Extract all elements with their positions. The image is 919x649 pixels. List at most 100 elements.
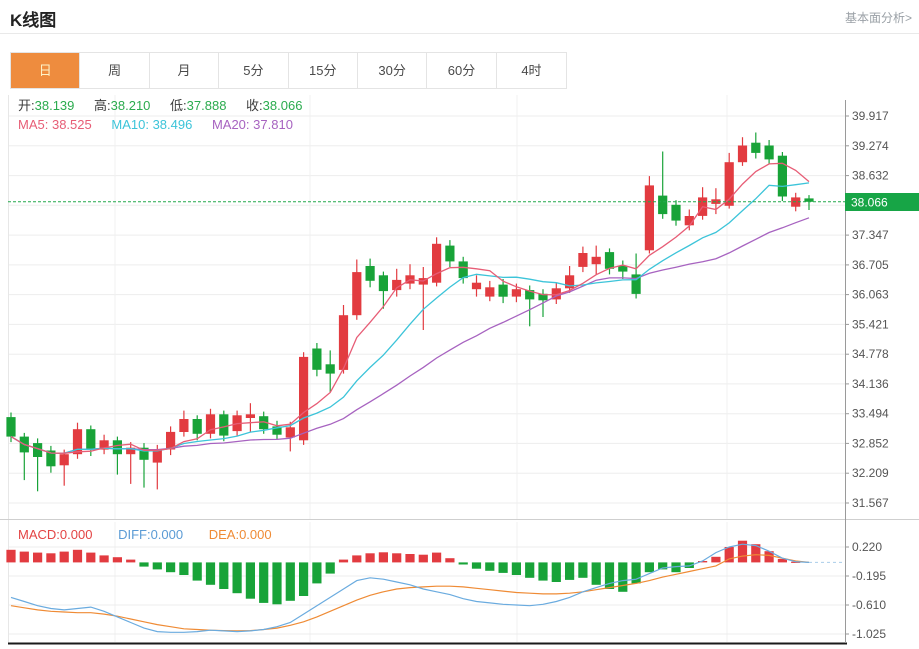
macd-row: MACD:0.000 DIFF:0.000 DEA:0.000 bbox=[18, 527, 294, 542]
candle-body bbox=[499, 285, 508, 297]
tab-60min[interactable]: 60分 bbox=[427, 53, 496, 88]
candle-body bbox=[592, 257, 601, 264]
y-axis-label: 39.917 bbox=[852, 109, 889, 123]
y-axis-label: 39.274 bbox=[852, 139, 889, 153]
candle-body bbox=[445, 246, 454, 262]
y-axis-label: 36.705 bbox=[852, 258, 889, 272]
candle-body bbox=[86, 429, 95, 449]
candle-body bbox=[179, 419, 188, 432]
macd-bar bbox=[312, 562, 321, 583]
tab-5min[interactable]: 5分 bbox=[219, 53, 288, 88]
candle-body bbox=[778, 156, 787, 197]
macd-bar bbox=[525, 562, 534, 577]
candle-body bbox=[618, 266, 627, 272]
tab-week[interactable]: 周 bbox=[80, 53, 149, 88]
candle-body bbox=[485, 287, 494, 296]
tab-15min[interactable]: 15分 bbox=[289, 53, 358, 88]
macd-bar bbox=[485, 562, 494, 570]
tab-day[interactable]: 日 bbox=[11, 53, 80, 88]
tab-30min[interactable]: 30分 bbox=[358, 53, 427, 88]
macd-bar bbox=[166, 562, 175, 572]
macd-bar bbox=[33, 553, 42, 563]
candle-body bbox=[153, 450, 162, 463]
macd-bar bbox=[405, 554, 414, 562]
macd-bar bbox=[153, 562, 162, 569]
candle-body bbox=[206, 414, 215, 434]
candle-body bbox=[751, 143, 760, 153]
macd-bar bbox=[499, 562, 508, 573]
macd-bar bbox=[379, 552, 388, 562]
macd-bar bbox=[73, 550, 82, 563]
ma20-label: MA20: bbox=[212, 117, 250, 132]
diff-label: DIFF: bbox=[118, 527, 151, 542]
macd-bar bbox=[259, 562, 268, 603]
macd-bar bbox=[286, 562, 295, 600]
candle-body bbox=[658, 196, 667, 215]
candle-body bbox=[219, 414, 228, 435]
macd-bar bbox=[219, 562, 228, 589]
ma20-line bbox=[11, 218, 809, 453]
ma20-value: 37.810 bbox=[253, 117, 293, 132]
kline-widget: K线图 基本面分析> 日周月5分15分30分60分4时 开:38.139 高:3… bbox=[0, 0, 919, 649]
macd-bar bbox=[711, 557, 720, 563]
macd-axis-label: -1.025 bbox=[852, 627, 886, 641]
macd-bar bbox=[46, 553, 55, 562]
y-axis-label: 34.136 bbox=[852, 377, 889, 391]
low-value: 37.888 bbox=[187, 98, 227, 113]
y-axis-label: 32.852 bbox=[852, 436, 889, 450]
candle-body bbox=[299, 357, 308, 440]
macd-bar bbox=[60, 552, 69, 563]
macd-bar bbox=[512, 562, 521, 575]
macd-value: 0.000 bbox=[60, 527, 93, 542]
candle-body bbox=[578, 253, 587, 267]
candle-body bbox=[645, 185, 654, 250]
candle-body bbox=[738, 146, 747, 163]
macd-bar bbox=[193, 562, 202, 580]
macd-bar bbox=[233, 562, 242, 593]
y-axis-label: 31.567 bbox=[852, 496, 889, 510]
candle-body bbox=[286, 427, 295, 437]
macd-axis-label: -0.195 bbox=[852, 569, 886, 583]
macd-bar bbox=[645, 562, 654, 572]
macd-bar bbox=[565, 562, 574, 580]
candle-body bbox=[6, 417, 15, 437]
macd-bar bbox=[445, 558, 454, 562]
macd-bar bbox=[206, 562, 215, 584]
macd-bar bbox=[472, 562, 481, 568]
macd-bar bbox=[299, 562, 308, 596]
macd-bar bbox=[86, 553, 95, 563]
macd-bar bbox=[632, 562, 641, 583]
macd-bar bbox=[392, 553, 401, 562]
candle-body bbox=[605, 252, 614, 269]
macd-bar bbox=[126, 560, 135, 563]
candle-body bbox=[113, 440, 122, 454]
y-axis-label: 34.778 bbox=[852, 347, 889, 361]
tab-4hour[interactable]: 4时 bbox=[497, 53, 566, 88]
open-label: 开: bbox=[18, 98, 35, 113]
macd-bar bbox=[419, 555, 428, 563]
dea-label: DEA: bbox=[209, 527, 239, 542]
ma5-label: MA5: bbox=[18, 117, 48, 132]
candle-body bbox=[804, 198, 813, 201]
macd-bar bbox=[326, 562, 335, 573]
macd-bar bbox=[618, 562, 627, 591]
candle-body bbox=[671, 205, 680, 221]
candle-body bbox=[459, 261, 468, 278]
candle-body bbox=[366, 266, 375, 281]
ma10-value: 38.496 bbox=[153, 117, 193, 132]
candle-body bbox=[312, 349, 321, 370]
macd-bar bbox=[100, 555, 109, 562]
candle-body bbox=[765, 146, 774, 160]
open-value: 38.139 bbox=[35, 98, 75, 113]
ma-row: MA5: 38.525 MA10: 38.496 MA20: 37.810 bbox=[18, 117, 309, 132]
tab-month[interactable]: 月 bbox=[150, 53, 219, 88]
macd-bar bbox=[139, 562, 148, 566]
macd-bar bbox=[459, 562, 468, 564]
y-axis-label: 33.494 bbox=[852, 407, 889, 421]
macd-bar bbox=[352, 555, 361, 562]
low-label: 低: bbox=[170, 98, 187, 113]
macd-bar bbox=[592, 562, 601, 584]
diff-value: 0.000 bbox=[151, 527, 184, 542]
macd-bar bbox=[366, 553, 375, 562]
macd-bar bbox=[113, 557, 122, 562]
